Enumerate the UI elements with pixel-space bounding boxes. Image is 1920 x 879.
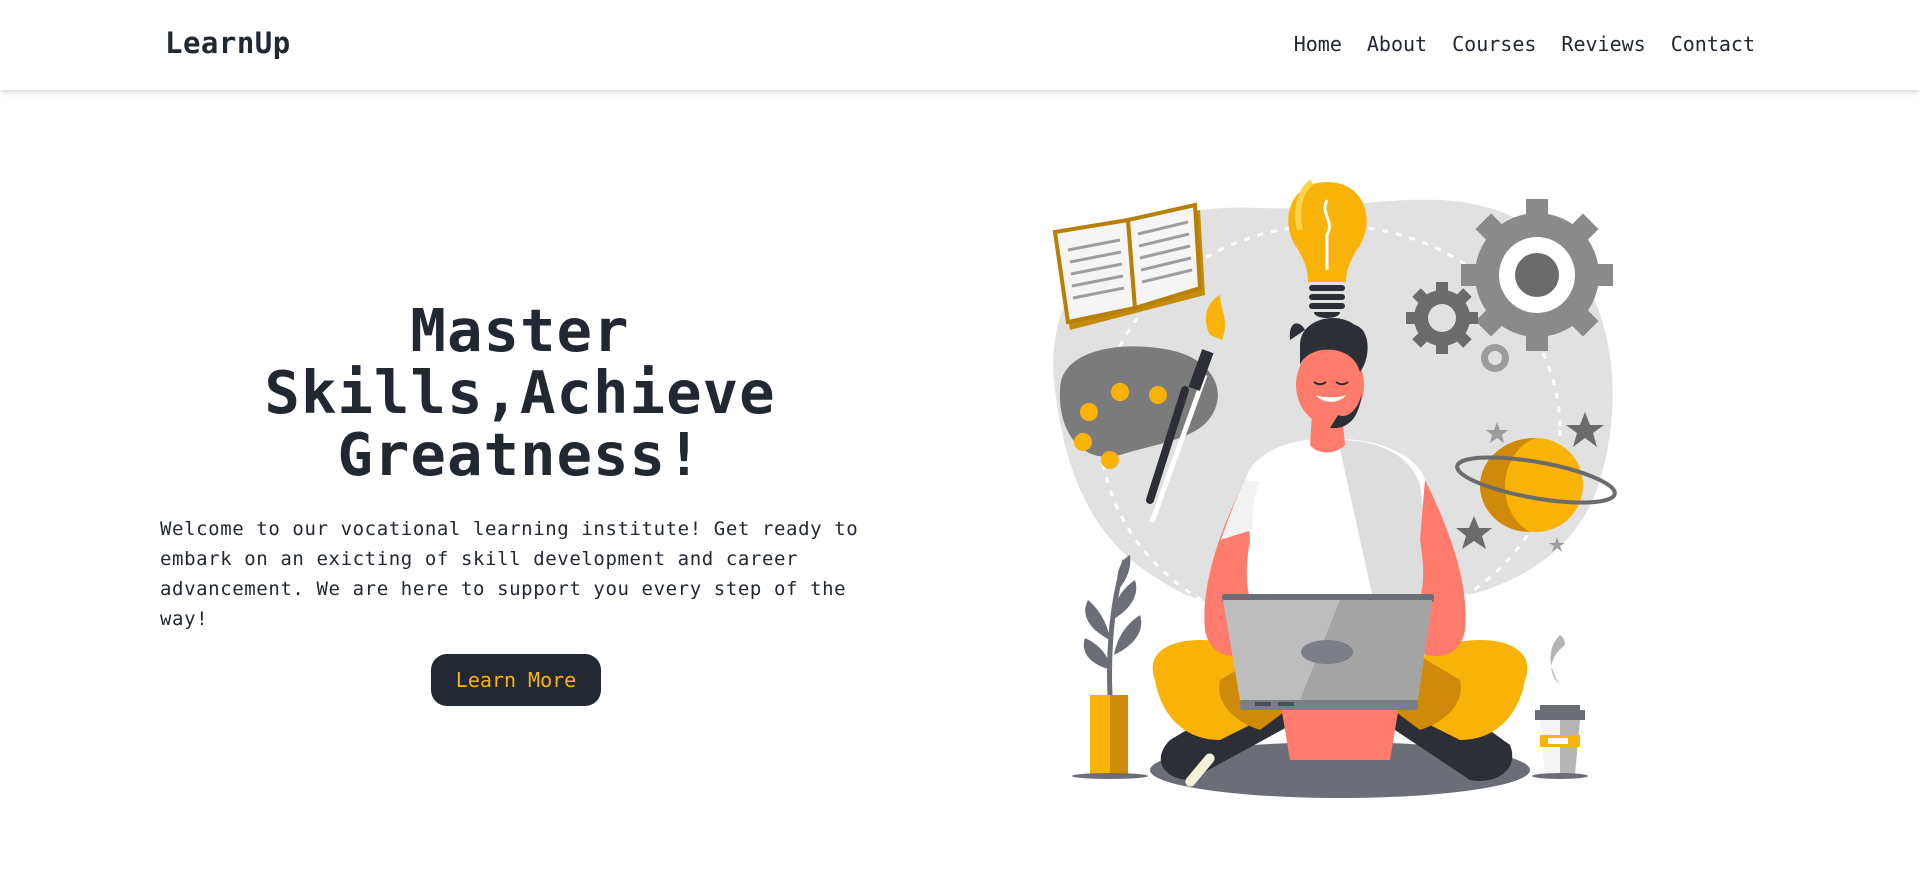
nav-link-about[interactable]: About [1367,32,1427,56]
gear-icon [1461,199,1613,351]
nav-link-courses[interactable]: Courses [1452,32,1536,56]
person-with-laptop-illustration [1052,179,1617,798]
hero-section: Master Skills,Achieve Greatness! Welcome… [160,300,860,706]
hero-title: Master Skills,Achieve Greatness! [160,300,880,486]
gear-icon [1481,344,1509,372]
nav-link-contact[interactable]: Contact [1671,32,1755,56]
main-nav: Home About Courses Reviews Contact [1269,32,1755,56]
gear-icon [1406,282,1478,354]
cta-wrapper: Learn More [160,654,880,706]
learn-more-button[interactable]: Learn More [430,654,602,706]
navbar: LearnUp Home About Courses Reviews Conta… [0,0,1920,90]
hero-illustration [1000,160,1660,810]
hero-title-line: Greatness! [337,420,703,489]
coffee-cup-icon [1532,635,1588,779]
brand-logo[interactable]: LearnUp [165,26,291,60]
nav-link-reviews[interactable]: Reviews [1561,32,1645,56]
hero-title-line: Master [410,296,630,365]
hero-title-line: Skills,Achieve [264,358,776,427]
hero-description: Welcome to our vocational learning insti… [160,518,859,630]
nav-link-home[interactable]: Home [1294,32,1342,56]
plant-icon [1072,555,1148,779]
